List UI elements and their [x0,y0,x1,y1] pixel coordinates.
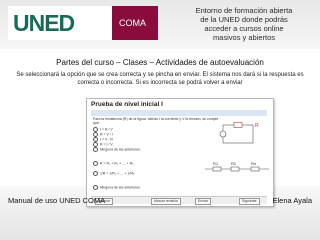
footer-manual-title: Manual de uso UNED COMA [8,196,106,205]
coma-logo: COMA [112,6,158,40]
source-icon [219,130,227,138]
option-label: I = R / V [100,127,113,132]
quiz-option[interactable]: 1/R = 1/R₁ + … + 1/Rₙ [93,171,134,176]
resistor-label: R1 [213,161,219,166]
slide-description: Se seleccionará la opción que se crea co… [16,72,304,86]
tagline-line: acceder a cursos online [204,24,284,33]
slide-title: Partes del curso – Clases – Actividades … [56,58,264,67]
tagline-line: Entorno de formación abierta [195,6,293,15]
resistor-icon [233,122,243,128]
option-label: R = R₁ + R₂ + … + Rₙ [100,161,134,166]
quiz-title: Prueba de nivel inicial I [91,101,163,108]
resistor-label: Rn [251,161,256,166]
option-label: R = V / I [100,132,113,137]
quiz-screenshot: Prueba de nivel inicial I Para la resist… [86,98,274,207]
submit-button[interactable]: Enviar [195,198,211,205]
uned-logo: UNED [8,6,113,40]
quiz-option[interactable]: Ninguna de las anteriores. [93,185,141,190]
resistor-label: R2 [231,161,237,166]
footer-author: Elena Ayala [272,196,312,205]
resistor-icon [250,166,260,172]
next-button[interactable]: Siguiente [239,198,260,205]
option-label: R = I / V [100,142,113,147]
quiz-button-bar: Anterior Marcar revisión Enviar Siguient… [91,196,267,205]
radio-icon[interactable] [93,171,98,176]
option-label: I = V · R [100,137,113,142]
coma-logo-text: COMA [119,18,146,28]
mark-review-button[interactable]: Marcar revisión [151,198,181,205]
uned-logo-text: UNED [13,10,75,36]
radio-icon[interactable] [93,185,98,190]
question-header-bar [91,110,267,116]
quiz-option[interactable]: Ninguna de las anteriores. [93,147,141,152]
resistor-icon [212,166,222,172]
tagline-line: masivos y abiertos [212,33,276,42]
question-text: Para la resistencia (R) de la figura, si… [93,117,219,125]
option-label: Ninguna de las anteriores. [100,147,141,152]
option-label: 1/R = 1/R₁ + … + 1/Rₙ [100,171,135,176]
resistor-label: R [255,123,259,129]
resistor-circuit-diagram: R [219,122,259,144]
quiz-option[interactable]: R = R₁ + R₂ + … + Rₙ [93,161,134,166]
resistor-icon [230,166,240,172]
series-circuit-diagram: R1 R2 Rn [205,161,269,172]
radio-icon[interactable] [93,147,98,152]
header-tagline: Entorno de formación abierta de la UNED … [174,6,314,42]
option-label: Ninguna de las anteriores. [100,185,141,190]
radio-icon[interactable] [93,161,98,166]
tagline-line: de la UNED donde podrás [200,15,288,24]
